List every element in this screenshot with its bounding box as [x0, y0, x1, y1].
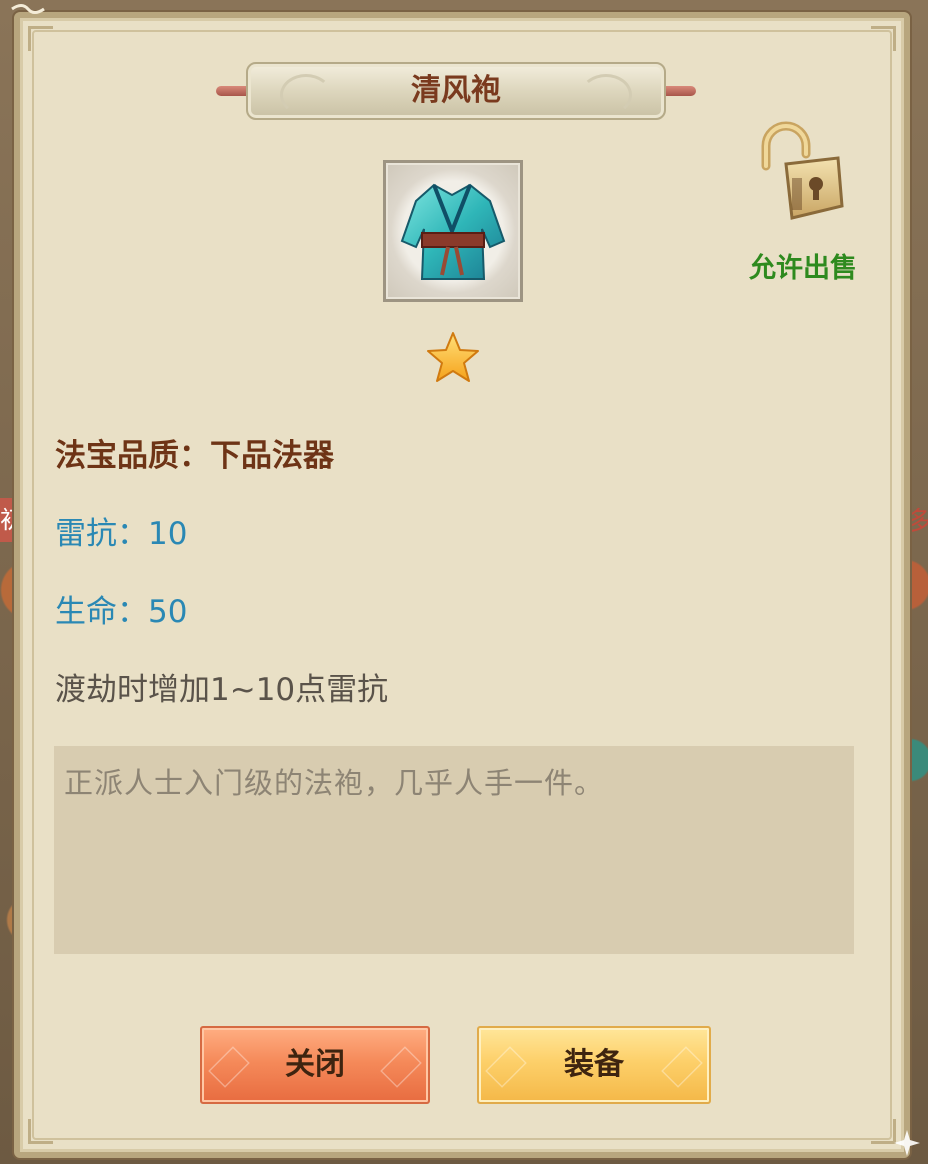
frame-corner [28, 26, 53, 51]
life-stat: 生命：50 [55, 594, 188, 630]
close-button[interactable]: 关闭 [200, 1026, 430, 1104]
allow-sale-label: 允许出售 [749, 253, 857, 284]
item-quality: 法宝品质：下品法器 [55, 438, 334, 474]
title-banner: 清风袍 [216, 62, 696, 120]
sparkle-icon [11, 4, 45, 14]
item-description: 正派人士入门级的法袍，几乎人手一件。 [54, 746, 854, 954]
robe-icon [400, 183, 506, 280]
item-title: 清风袍 [411, 73, 501, 108]
star-rating-icon [427, 332, 479, 382]
frame-corner [28, 1119, 53, 1144]
thunder-resist-stat: 雷抗：10 [55, 516, 188, 552]
unlocked-padlock-icon[interactable] [752, 118, 848, 222]
equip-button[interactable]: 装备 [477, 1026, 711, 1104]
sparkle-icon [894, 1130, 920, 1156]
item-icon-frame [383, 160, 523, 302]
close-button-label: 关闭 [285, 1047, 345, 1082]
item-effect: 渡劫时增加1~10点雷抗 [55, 672, 389, 708]
frame-corner [871, 26, 896, 51]
equip-button-label: 装备 [564, 1047, 624, 1082]
